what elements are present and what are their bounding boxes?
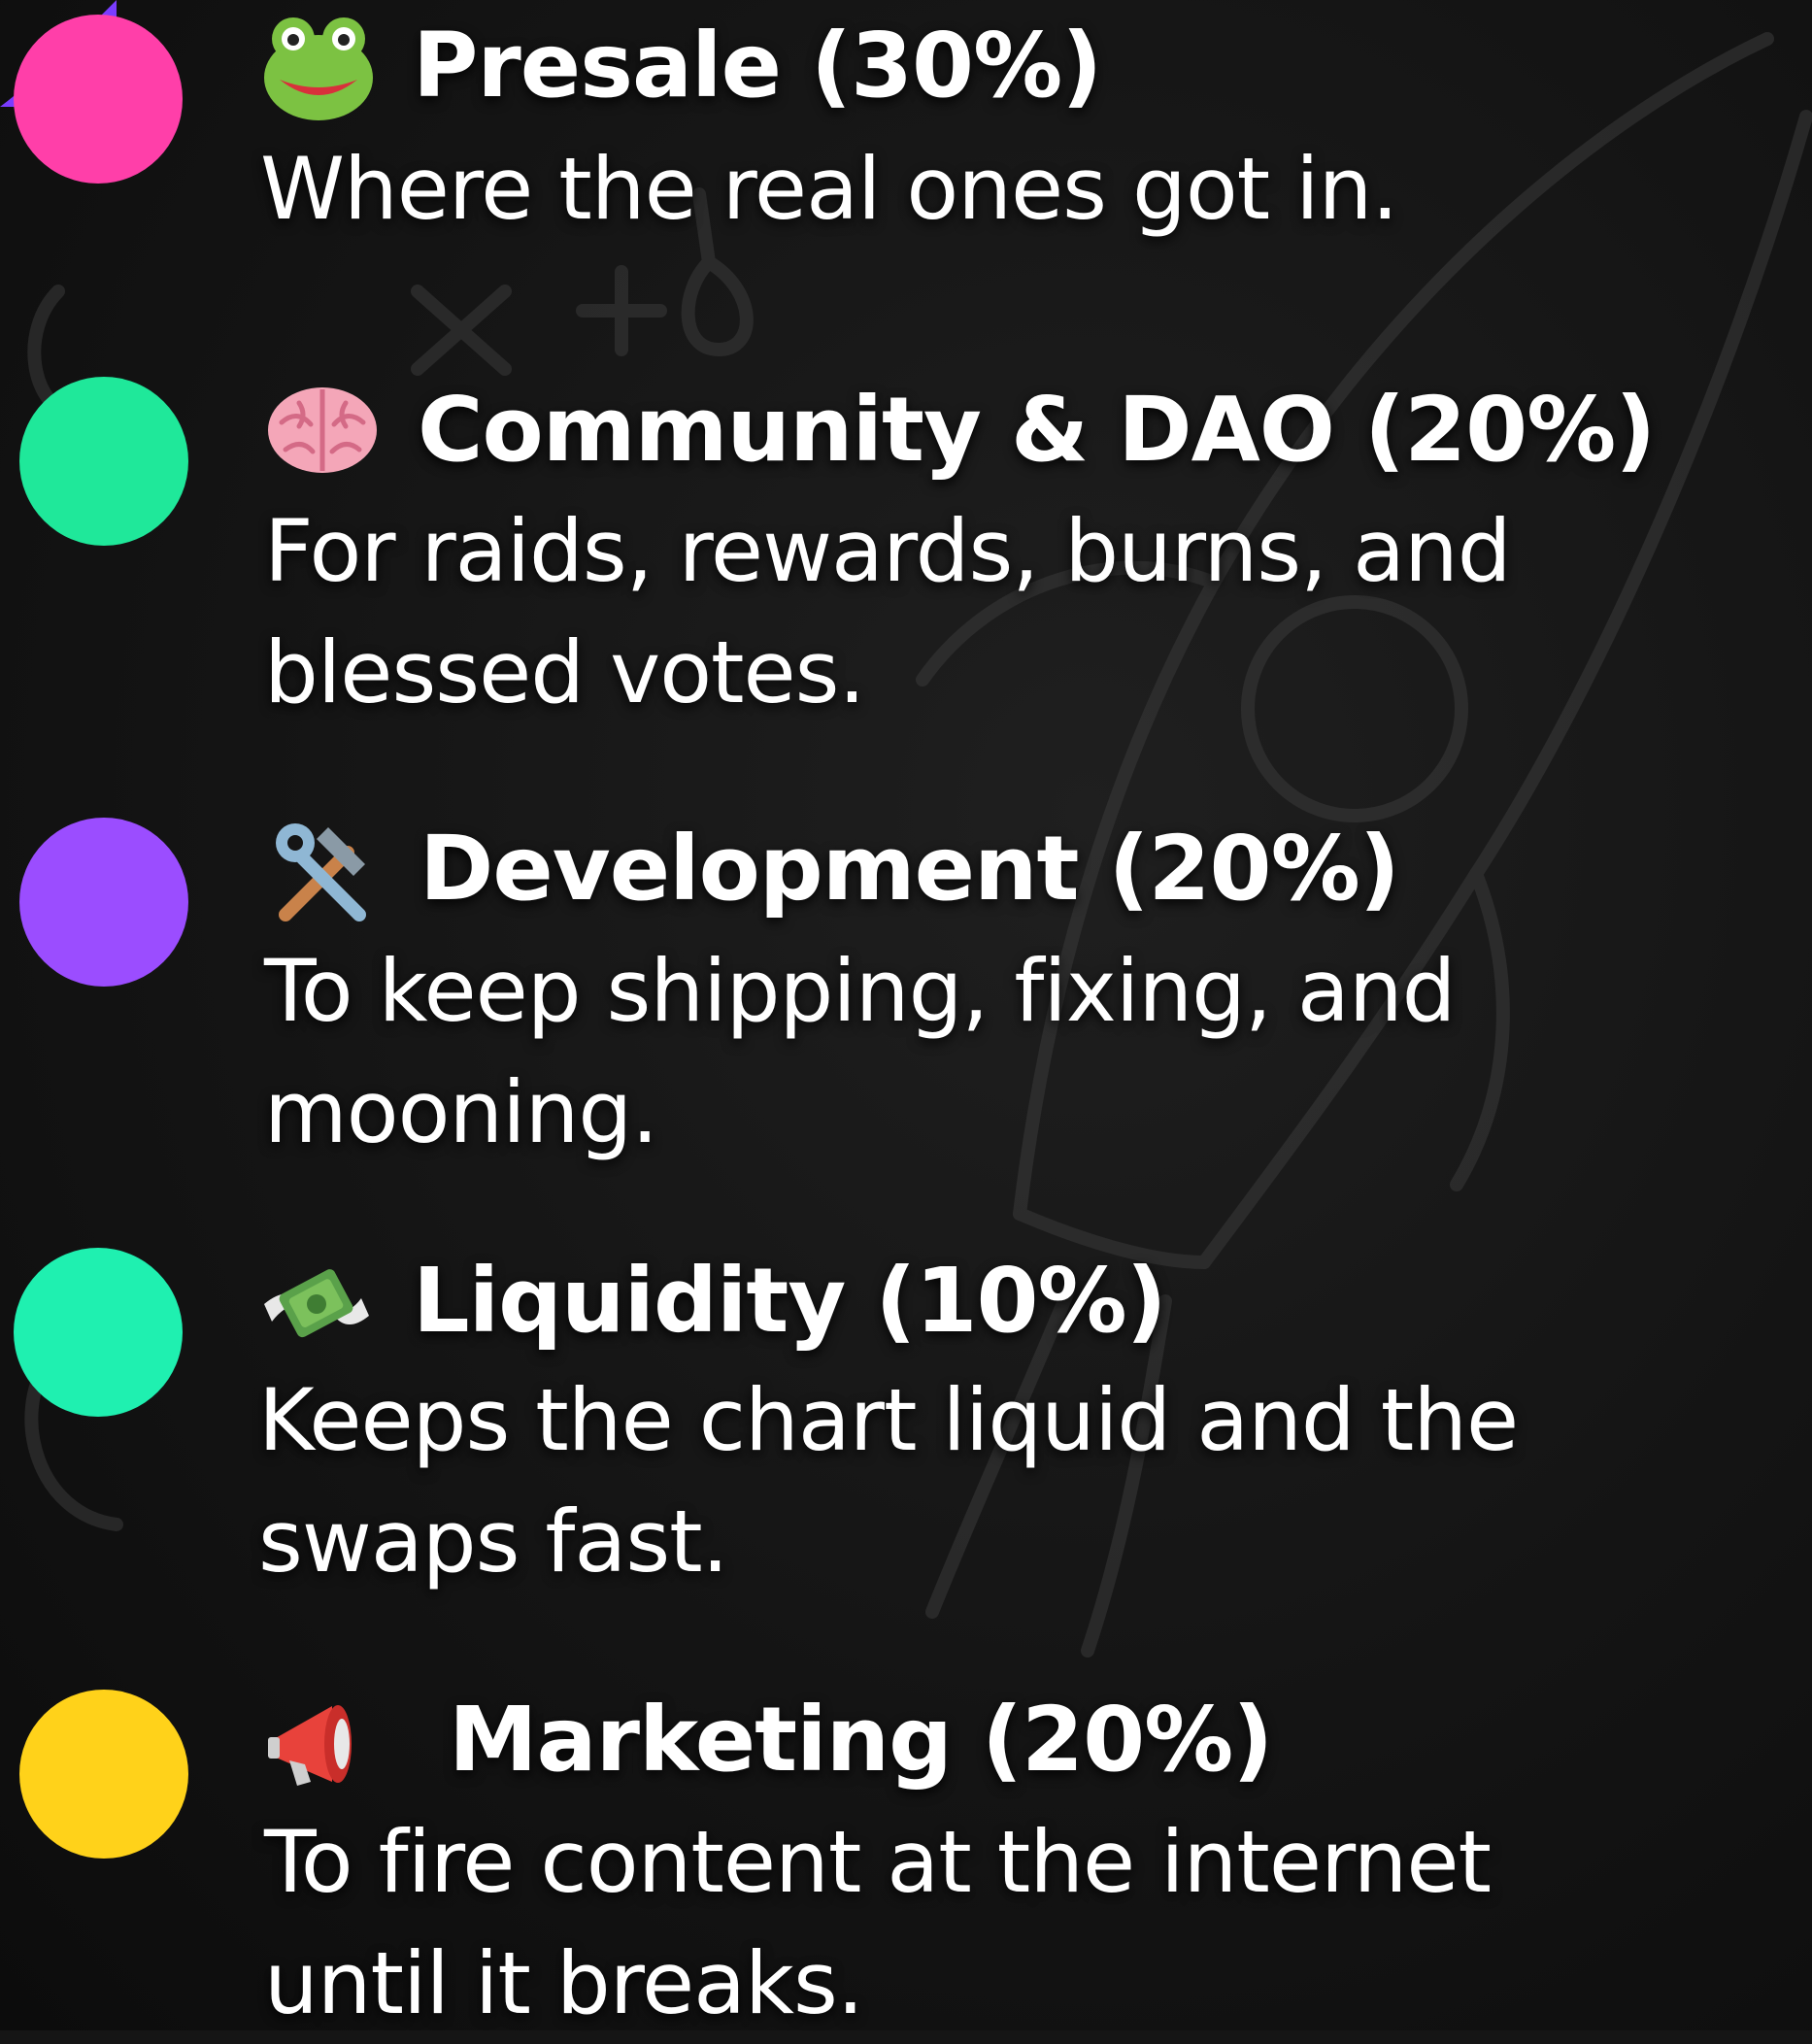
development-title: Development (20%) (419, 817, 1400, 921)
marketing-color-dot (19, 1690, 188, 1859)
liquidity-title: Liquidity (10%) (413, 1249, 1167, 1353)
community-title: Community & DAO (20%) (418, 378, 1656, 482)
description-line: To fire content at the internet (264, 1812, 1492, 1912)
liquidity-description: Keeps the chart liquid and the swaps fas… (258, 1359, 1519, 1602)
hammer-wrench-emoji-icon (276, 823, 366, 921)
money-wings-emoji-icon (264, 1269, 369, 1338)
marketing-description: To fire content at the internet until it… (264, 1801, 1492, 2044)
description-line: For raids, rewards, burns, and (264, 501, 1512, 601)
development-color-dot (19, 818, 188, 987)
description-line: mooning. (264, 1062, 658, 1162)
description-line: until it breaks. (264, 1933, 864, 2033)
liquidity-color-dot (14, 1248, 183, 1417)
community-description: For raids, rewards, burns, and blessed v… (264, 490, 1512, 733)
brain-emoji-icon (268, 387, 377, 473)
development-description: To keep shipping, fixing, and mooning. (264, 930, 1456, 1173)
presale-color-dot (14, 15, 183, 184)
megaphone-emoji-icon (268, 1705, 352, 1786)
description-line: To keep shipping, fixing, and (264, 941, 1456, 1041)
marketing-title: Marketing (20%) (449, 1688, 1273, 1792)
description-line: blessed votes. (264, 622, 865, 722)
description-line: Where the real ones got in. (260, 139, 1398, 239)
description-line: swaps fast. (258, 1491, 729, 1592)
presale-title: Presale (30%) (413, 14, 1102, 117)
community-color-dot (19, 377, 188, 546)
frog-emoji-icon (264, 17, 373, 120)
presale-description: Where the real ones got in. (260, 128, 1398, 250)
description-line: Keeps the chart liquid and the (258, 1370, 1519, 1470)
